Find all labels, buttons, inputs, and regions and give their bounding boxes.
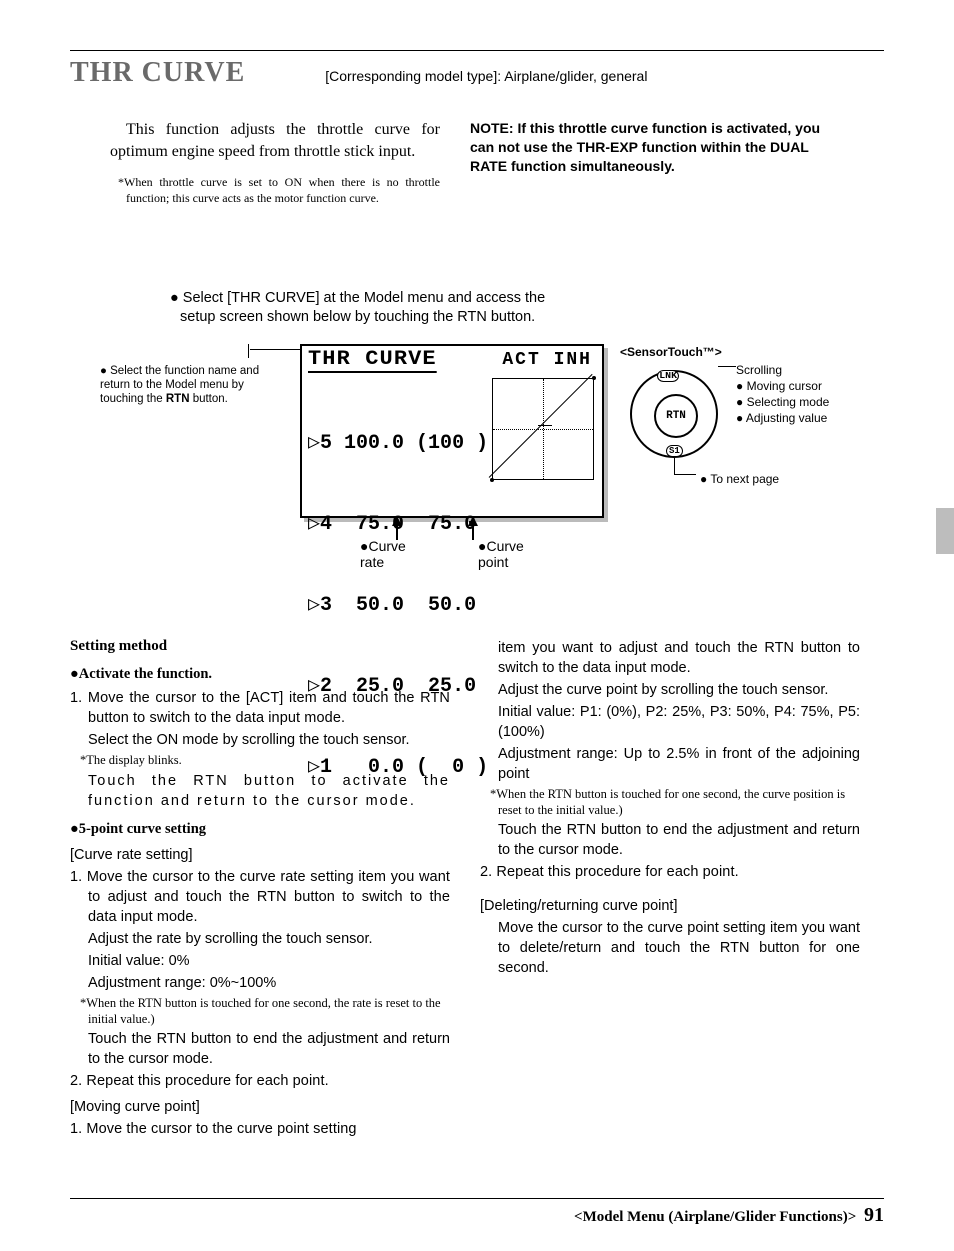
callout-line — [250, 349, 305, 350]
footer-section: <Model Menu (Airplane/Glider Functions)> — [574, 1209, 856, 1225]
screenshot-area: ● Select the function name and return to… — [70, 344, 884, 614]
lcd-act-inh[interactable]: ACT INH — [502, 350, 592, 370]
curve-rate-footnote: *When the RTN button is touched for one … — [88, 995, 450, 1028]
moving-curve-point-label: [Moving curve point] — [70, 1097, 450, 1117]
curve-rate-label: ●Curve rate — [360, 538, 406, 570]
lcd-row-1[interactable]: ▷1 0.0 ( 0 ) — [308, 754, 488, 781]
sensor-title: <SensorTouch™> — [620, 345, 722, 359]
scroll-line — [718, 366, 736, 367]
footer: <Model Menu (Airplane/Glider Functions)>… — [574, 1204, 884, 1227]
dial-lnk-label: LNK — [657, 370, 679, 382]
sensor-touch-title: <SensorTouch™> — [620, 344, 920, 360]
tonext-line-v — [674, 458, 675, 474]
lcd-row-2[interactable]: ▷2 25.0 25.0 — [308, 673, 488, 700]
left-callout: ● Select the function name and return to… — [100, 364, 290, 407]
intro-left: This function adjusts the throttle curve… — [70, 119, 440, 219]
curve-rate-initial: Initial value: 0% — [88, 951, 450, 971]
sensor-item-0: ● Moving cursor — [736, 378, 829, 394]
curve-rate-step-1: 1. Move the cursor to the curve rate set… — [88, 867, 450, 927]
lcd-screenshot: THR CURVE ACT INH ▷5 100.0 (100 ) ▷4 75.… — [300, 344, 604, 518]
deleting-step: Move the cursor to the curve point setti… — [498, 918, 860, 978]
moving-end: Touch the RTN button to end the adjustme… — [498, 820, 860, 860]
moving-footnote: *When the RTN button is touched for one … — [498, 786, 860, 819]
scrolling-label: Scrolling — [736, 362, 829, 378]
top-rule — [70, 50, 884, 51]
model-type-label: [Corresponding model type]: Airplane/gli… — [325, 68, 647, 84]
dial-s1-label: S1 — [666, 445, 683, 457]
left-callout-rtn: RTN — [166, 393, 190, 405]
moving-step-2: 2. Repeat this procedure for each point. — [498, 862, 860, 882]
sensor-labels: Scrolling ● Moving cursor ● Selecting mo… — [736, 362, 829, 427]
intro-footnote: *When throttle curve is set to ON when t… — [126, 174, 440, 206]
moving-cont: item you want to adjust and touch the RT… — [498, 638, 860, 678]
intro-row: This function adjusts the throttle curve… — [70, 119, 884, 219]
curve-rate-range: Adjustment range: 0%~100% — [88, 973, 450, 993]
lcd-table[interactable]: ▷5 100.0 (100 ) ▷4 75.0 75.0 ▷3 50.0 50.… — [308, 376, 488, 835]
curve-rate-step-2: 2. Repeat this procedure for each point. — [88, 1071, 450, 1091]
deleting-curve-point-label: [Deleting/returning curve point] — [480, 896, 860, 916]
intro-paragraph: This function adjusts the throttle curve… — [110, 119, 440, 162]
page-number: 91 — [864, 1204, 884, 1226]
moving-range: Adjustment range: Up to 2.5% in front of… — [498, 744, 860, 784]
curve-rate-adjust: Adjust the rate by scrolling the touch s… — [88, 929, 450, 949]
left-callout-after: button. — [190, 393, 228, 405]
page-title: THR CURVE — [70, 57, 245, 89]
rtn-button[interactable]: RTN — [654, 394, 698, 438]
moving-step-1: 1. Move the cursor to the curve point se… — [88, 1119, 450, 1139]
lcd-row-3[interactable]: ▷3 50.0 50.0 — [308, 592, 488, 619]
lcd-curve-graph — [492, 378, 594, 480]
right-column: item you want to adjust and touch the RT… — [480, 636, 860, 1141]
lcd-row-5[interactable]: ▷5 100.0 (100 ) — [308, 430, 488, 457]
sensor-dial[interactable]: LNK RTN S1 — [630, 370, 718, 458]
dial-outer-ring[interactable]: LNK RTN S1 — [630, 370, 718, 458]
lcd-screen[interactable]: THR CURVE ACT INH ▷5 100.0 (100 ) ▷4 75.… — [300, 344, 604, 518]
header-row: THR CURVE [Corresponding model type]: Ai… — [70, 57, 884, 89]
intro-warning: NOTE: If this throttle curve function is… — [470, 119, 840, 219]
sensor-item-2: ● Adjusting value — [736, 410, 829, 426]
bottom-rule — [70, 1198, 884, 1199]
curve-rate-setting-label: [Curve rate setting] — [70, 845, 450, 865]
sensor-item-1: ● Selecting mode — [736, 394, 829, 410]
callout-line-v — [248, 344, 249, 358]
lcd-title[interactable]: THR CURVE — [308, 348, 437, 373]
curve-rate-end: Touch the RTN button to end the adjustme… — [88, 1029, 450, 1069]
moving-adjust: Adjust the curve point by scrolling the … — [498, 680, 860, 700]
tonext-line-h — [674, 474, 696, 475]
side-tab — [936, 508, 954, 554]
curve-point-label: ●Curve point — [478, 538, 524, 570]
select-instruction: ● Select [THR CURVE] at the Model menu a… — [180, 289, 550, 328]
page: THR CURVE [Corresponding model type]: Ai… — [0, 0, 954, 1251]
moving-initial: Initial value: P1: (0%), P2: 25%, P3: 50… — [498, 702, 860, 742]
to-next-page-label: ● To next page — [700, 472, 779, 486]
